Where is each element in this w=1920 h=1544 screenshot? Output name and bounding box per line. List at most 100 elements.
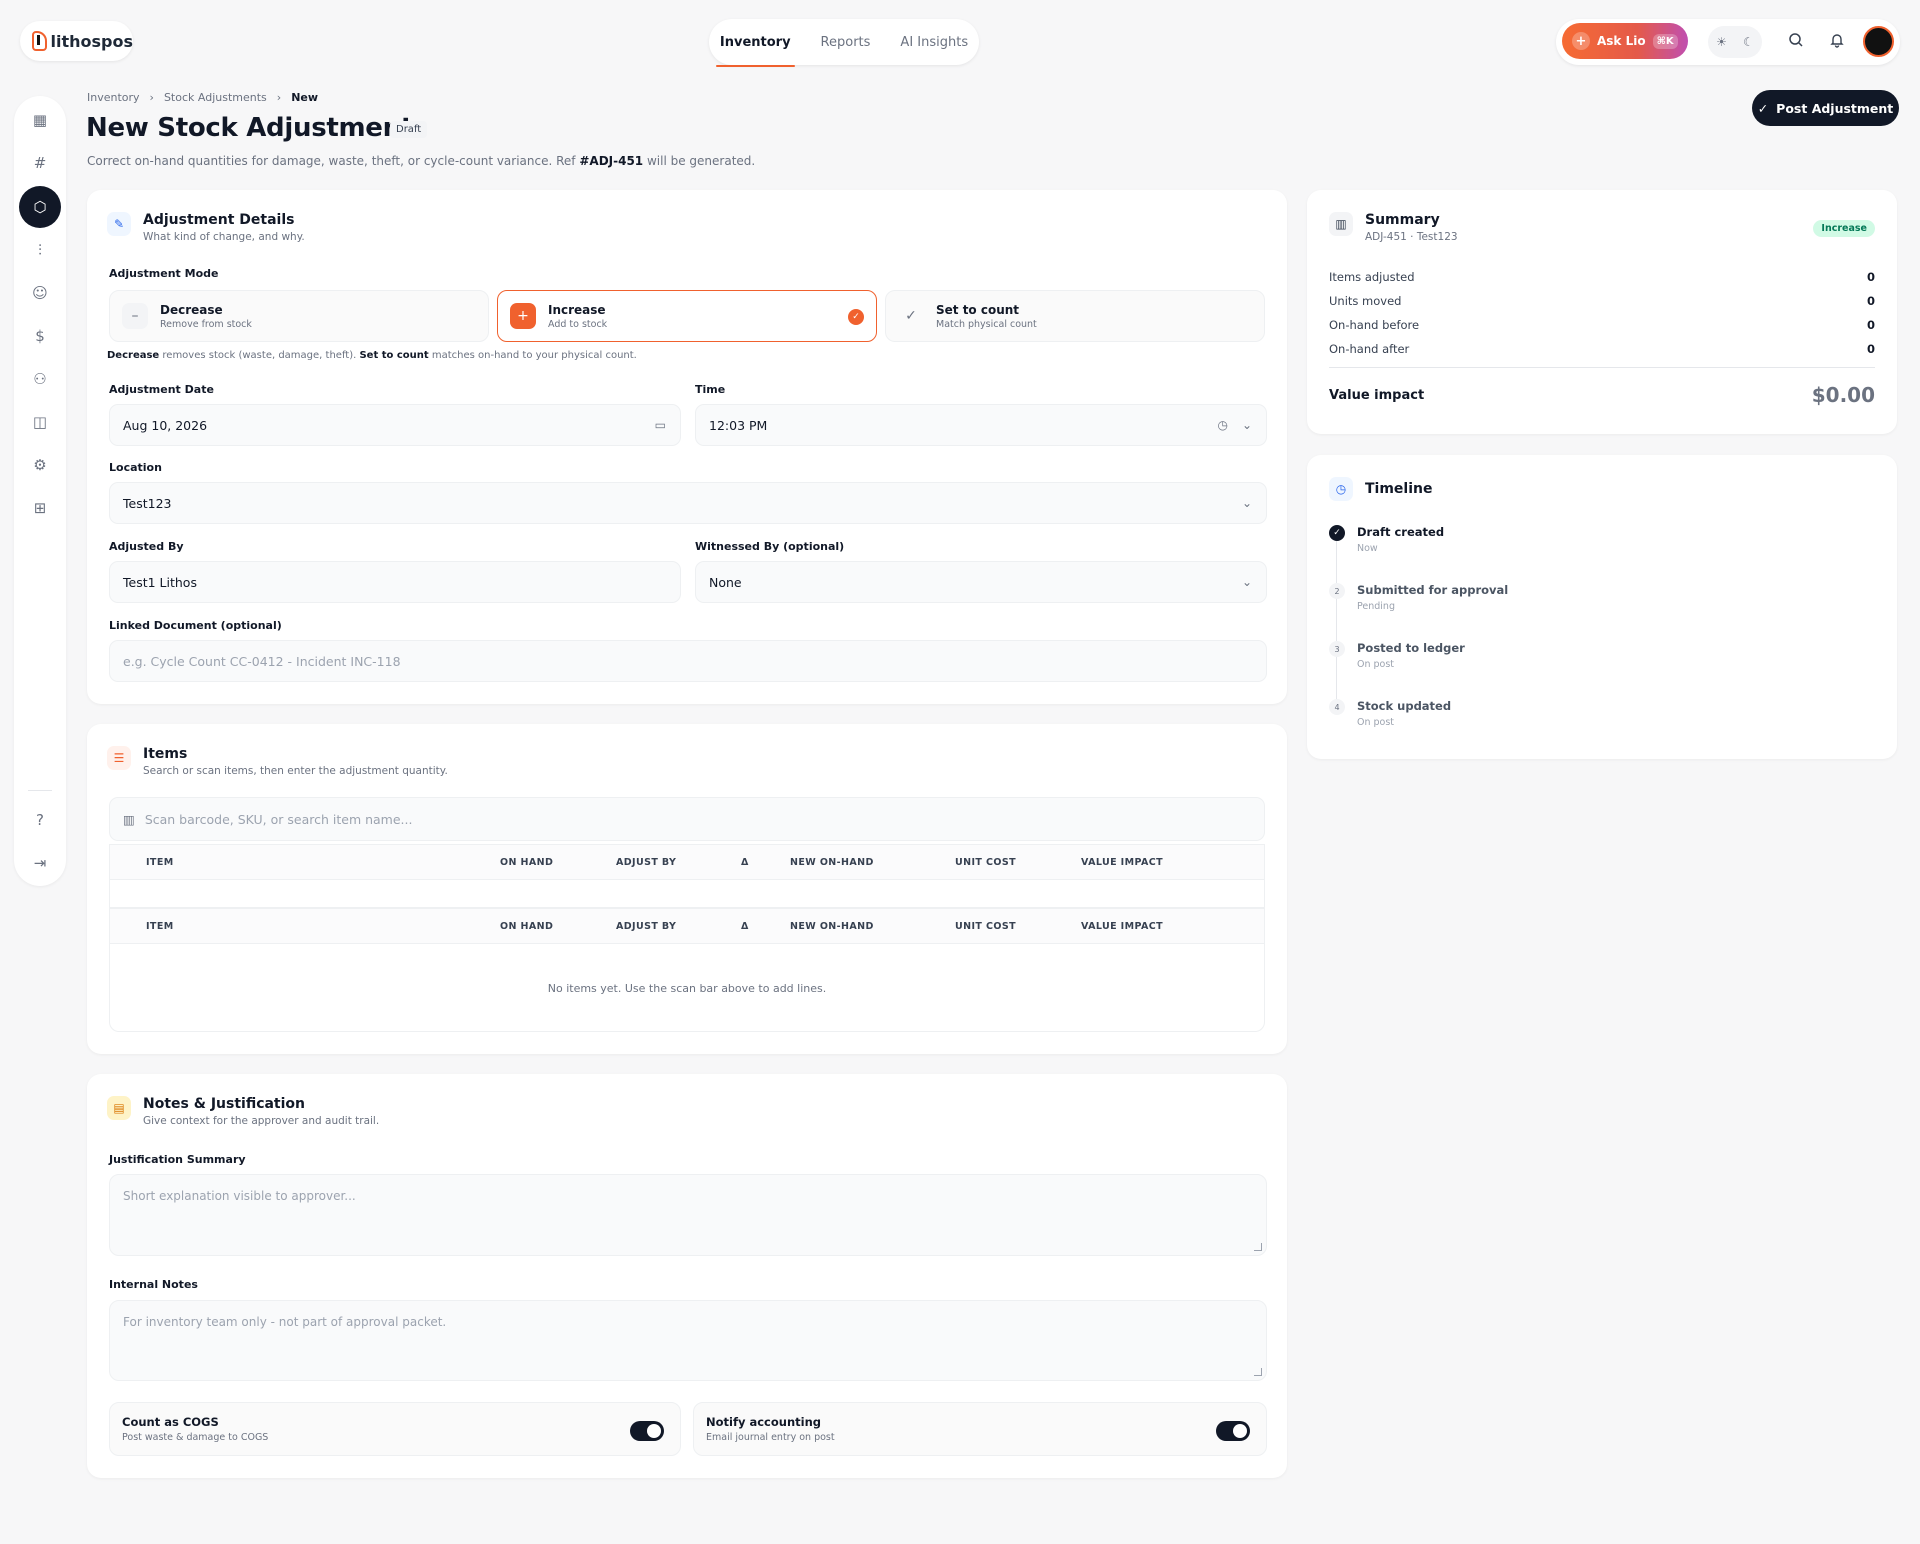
calendar-icon: ▭ [654,418,666,432]
clock-icon: ◷ [1217,418,1228,432]
count-as-cogs-switch[interactable] [630,1421,664,1441]
shopping-bag-icon[interactable]: ◫ [26,408,54,436]
card-title: Timeline [1365,481,1433,497]
location-select[interactable]: Test123 ⌄ [109,482,1267,524]
card-title: Adjustment Details [143,212,295,228]
justification-textarea[interactable]: Short explanation visible to approver... [109,1174,1267,1256]
tab-ai-insights[interactable]: AI Insights [896,31,972,54]
check-icon: ✓ [905,308,917,324]
ref-number: #ADJ-451 [579,154,644,168]
item-search-input[interactable]: ▥ Scan barcode, SKU, or search item name… [109,797,1265,841]
hash-icon[interactable]: # [26,149,54,177]
time-value: 12:03 PM [709,417,768,433]
search-icon[interactable] [1786,32,1806,52]
card-subtitle: ADJ-451 · Test123 [1365,231,1458,243]
tab-inventory[interactable]: Inventory [715,31,795,67]
breadcrumb-stock-adjustments[interactable]: Stock Adjustments [164,91,267,104]
shortcut-badge: ⌘K [1652,33,1678,49]
summary-row: On-hand after 0 [1329,342,1875,356]
bar-chart-icon[interactable]: ⫶ [26,236,54,264]
card-header: ☰ Items Search or scan items, then enter… [107,746,448,777]
apps-icon[interactable]: ⊞ [26,494,54,522]
user-avatar[interactable] [1863,26,1894,57]
col-adjust-by: ADJUST BY [616,921,677,932]
table-body-top [109,880,1265,908]
date-label: Adjustment Date [109,383,214,396]
mode-decrease[interactable]: – Decrease Remove from stock [109,290,489,342]
step-number: 4 [1329,699,1345,715]
timeline-card: ◷ Timeline ✓ Draft created Now 2 Submitt… [1307,455,1897,759]
adjusted-by-field[interactable]: Test1 Lithos [109,561,681,603]
card-title: Notes & Justification [143,1096,306,1112]
moon-icon[interactable]: ☾ [1743,35,1754,49]
col-on-hand: ON HAND [500,921,554,932]
gear-icon[interactable]: ⚙ [26,451,54,479]
internal-notes-textarea[interactable]: For inventory team only - not part of ap… [109,1300,1267,1381]
adjusted-by-value: Test1 Lithos [123,574,197,590]
step-title: Submitted for approval [1357,583,1509,597]
step-subtitle: Now [1357,543,1378,554]
sidebar: ▦ # ⬡ ⫶ ☺ $ ⚇ ◫ ⚙ ⊞ ? ⇥ [14,96,66,886]
inventory-box-icon[interactable]: ⬡ [19,186,61,228]
theme-toggle[interactable]: ☀ ☾ [1708,26,1762,58]
users-icon[interactable]: ☺ [26,279,54,307]
location-label: Location [109,461,162,474]
step-title: Posted to ledger [1357,641,1465,655]
mode-badge: Increase [1813,220,1875,237]
summary-row: Items adjusted 0 [1329,270,1875,284]
card-subtitle: Search or scan items, then enter the adj… [143,765,448,777]
ask-lio-button[interactable]: + Ask Lio ⌘K [1562,23,1688,59]
row-value: 0 [1866,342,1875,356]
row-label: Items adjusted [1329,270,1415,284]
dollar-icon[interactable]: $ [26,322,54,350]
items-card: ☰ Items Search or scan items, then enter… [87,724,1287,1054]
help-icon[interactable]: ? [26,806,54,834]
count-as-cogs-toggle-row: Count as COGS Post waste & damage to COG… [109,1402,681,1456]
mode-title: Set to count [936,302,1020,317]
mode-set-to-count[interactable]: ✓ Set to count Match physical count [885,290,1265,342]
notes-card: ▤ Notes & Justification Give context for… [87,1074,1287,1478]
logout-icon[interactable]: ⇥ [26,849,54,877]
selected-check-icon: ✓ [848,309,864,325]
col-delta: Δ [741,857,749,868]
mode-increase[interactable]: + Increase Add to stock ✓ [497,290,877,342]
justification-label: Justification Summary [109,1153,246,1166]
post-adjustment-button[interactable]: ✓ Post Adjustment [1752,90,1899,126]
timeline-steps: ✓ Draft created Now 2 Submitted for appr… [1329,525,1629,745]
timeline-line [1336,541,1337,712]
bell-icon[interactable] [1827,32,1847,52]
adjustment-date-field[interactable]: Aug 10, 2026 ▭ [109,404,681,446]
dashboard-grid-icon[interactable]: ▦ [26,106,54,134]
tab-reports[interactable]: Reports [817,31,875,54]
mode-label: Adjustment Mode [109,267,219,280]
summary-divider [1329,367,1875,368]
chevron-right-icon: › [149,91,154,104]
step-subtitle: On post [1357,659,1395,670]
linked-document-input[interactable]: e.g. Cycle Count CC-0412 - Incident INC-… [109,640,1267,682]
row-value: 0 [1866,270,1875,284]
status-badge: Draft [390,121,428,138]
hint-bold: Set to count [359,350,429,361]
card-title: Summary [1365,212,1440,228]
user-check-icon[interactable]: ⚇ [26,365,54,393]
time-label: Time [695,383,726,396]
step-title: Stock updated [1357,699,1452,713]
breadcrumb-inventory[interactable]: Inventory [87,91,140,104]
col-delta: Δ [741,921,749,932]
justification-placeholder: Short explanation visible to approver... [123,1189,356,1203]
witnessed-by-select[interactable]: None ⌄ [695,561,1267,603]
card-title: Items [143,746,188,762]
notify-accounting-switch[interactable] [1216,1421,1250,1441]
summary-row: On-hand before 0 [1329,318,1875,332]
clock-icon: ◷ [1329,477,1353,501]
toggle-subtitle: Email journal entry on post [706,1432,835,1443]
card-header: ✎ Adjustment Details What kind of change… [107,212,305,243]
sun-icon[interactable]: ☀ [1716,35,1727,49]
hint-bold: Decrease [107,350,160,361]
ask-lio-label: Ask Lio [1597,34,1646,48]
brand-logo[interactable]: lithospos [20,21,133,61]
logo-mark-icon [32,31,47,51]
empty-state: No items yet. Use the scan bar above to … [547,982,827,995]
time-field[interactable]: 12:03 PM ◷ ⌄ [695,404,1267,446]
witness-value: None [709,574,742,590]
